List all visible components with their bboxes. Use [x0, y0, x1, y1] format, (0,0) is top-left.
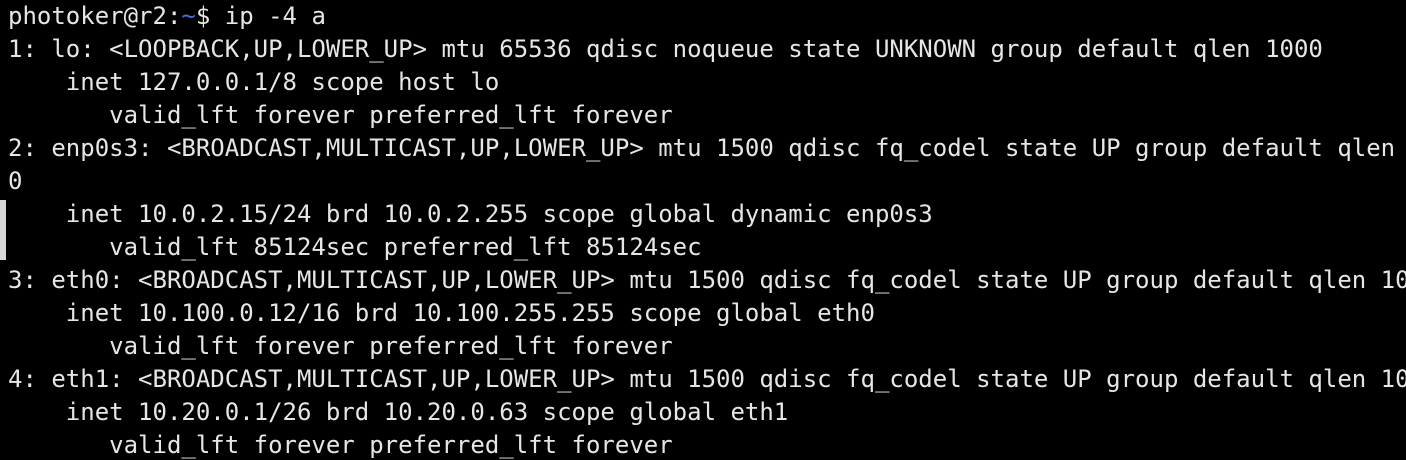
- output-line: inet 10.20.0.1/26 brd 10.20.0.63 scope g…: [8, 398, 789, 426]
- output-line: inet 10.0.2.15/24 brd 10.0.2.255 scope g…: [8, 200, 933, 228]
- terminal-window[interactable]: photoker@r2:~$ ip -4 a 1: lo: <LOOPBACK,…: [0, 0, 1406, 460]
- output-line: 3: eth0: <BROADCAST,MULTICAST,UP,LOWER_U…: [8, 266, 1406, 294]
- prompt-path: ~: [181, 2, 196, 30]
- output-line: valid_lft forever preferred_lft forever: [8, 431, 673, 459]
- output-line: valid_lft forever preferred_lft forever: [8, 101, 673, 129]
- output-line: 0: [8, 167, 23, 195]
- output-line: 1: lo: <LOOPBACK,UP,LOWER_UP> mtu 65536 …: [8, 35, 1323, 63]
- output-line: inet 10.100.0.12/16 brd 10.100.255.255 s…: [8, 299, 875, 327]
- output-line: 4: eth1: <BROADCAST,MULTICAST,UP,LOWER_U…: [8, 365, 1406, 393]
- prompt-symbol: $: [195, 2, 225, 30]
- output-line: valid_lft 85124sec preferred_lft 85124se…: [8, 233, 702, 261]
- output-line: inet 127.0.0.1/8 scope host lo: [8, 68, 500, 96]
- scrollbar-thumb[interactable]: [0, 200, 6, 260]
- prompt-line: photoker@r2:~$ ip -4 a: [8, 0, 1406, 33]
- prompt-command: ip -4 a: [224, 2, 326, 30]
- output-line: valid_lft forever preferred_lft forever: [8, 332, 673, 360]
- prompt-user-host: photoker@r2:: [8, 2, 182, 30]
- output-line: 2: enp0s3: <BROADCAST,MULTICAST,UP,LOWER…: [8, 134, 1406, 162]
